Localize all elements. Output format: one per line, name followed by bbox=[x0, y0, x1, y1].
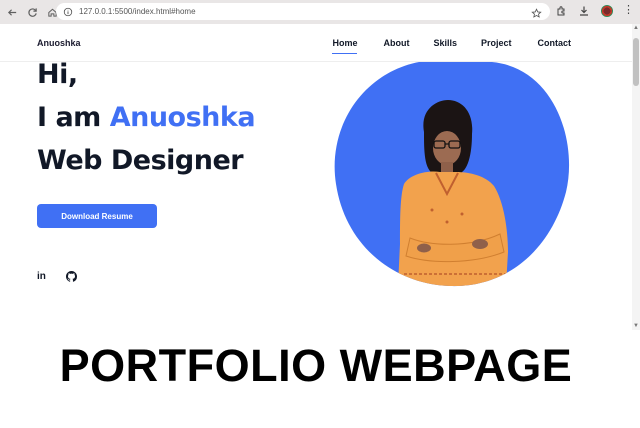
github-icon[interactable] bbox=[66, 271, 77, 282]
download-icon[interactable] bbox=[577, 4, 590, 17]
nav-project[interactable]: Project bbox=[481, 38, 512, 48]
browser-toolbar: 127.0.0.1:5500/index.html#home ⋮ bbox=[0, 0, 640, 24]
reload-icon[interactable] bbox=[24, 4, 40, 20]
main-nav: Home About Skills Project Contact bbox=[332, 38, 572, 54]
hero-illustration bbox=[334, 60, 570, 287]
page-scrollbar[interactable]: ▲ ▼ bbox=[632, 24, 640, 330]
extensions-icon[interactable] bbox=[554, 4, 567, 17]
hero-name: Anuoshka bbox=[109, 102, 256, 133]
nav-about[interactable]: About bbox=[383, 38, 409, 48]
scroll-thumb[interactable] bbox=[633, 38, 639, 86]
menu-icon[interactable]: ⋮ bbox=[623, 5, 634, 16]
hero-intro: I am Anuoshka bbox=[37, 102, 256, 133]
download-resume-button[interactable]: Download Resume bbox=[37, 204, 157, 228]
caption-title: PORTFOLIO WEBPAGE bbox=[59, 340, 573, 391]
linkedin-icon[interactable]: in bbox=[37, 271, 46, 282]
back-icon[interactable] bbox=[4, 4, 20, 20]
scroll-down-icon[interactable]: ▼ bbox=[632, 322, 640, 330]
url-text[interactable]: 127.0.0.1:5500/index.html#home bbox=[79, 7, 196, 16]
site-info-icon[interactable] bbox=[62, 6, 73, 17]
address-bar[interactable]: 127.0.0.1:5500/index.html#home bbox=[56, 3, 550, 20]
profile-avatar[interactable] bbox=[600, 4, 613, 17]
site-logo[interactable]: Anuoshka bbox=[37, 38, 81, 48]
bookmark-star-icon[interactable] bbox=[531, 6, 542, 18]
nav-skills[interactable]: Skills bbox=[433, 38, 457, 48]
hero-role: Web Designer bbox=[37, 145, 244, 176]
page-viewport: Anuoshka Home About Skills Project Conta… bbox=[0, 24, 632, 330]
hero-intro-prefix: I am bbox=[37, 102, 110, 133]
site-header: Anuoshka Home About Skills Project Conta… bbox=[0, 24, 632, 62]
nav-contact[interactable]: Contact bbox=[538, 38, 572, 48]
nav-home[interactable]: Home bbox=[332, 38, 358, 54]
hero-greeting: Hi, bbox=[37, 59, 78, 90]
scroll-up-icon[interactable]: ▲ bbox=[632, 24, 640, 32]
